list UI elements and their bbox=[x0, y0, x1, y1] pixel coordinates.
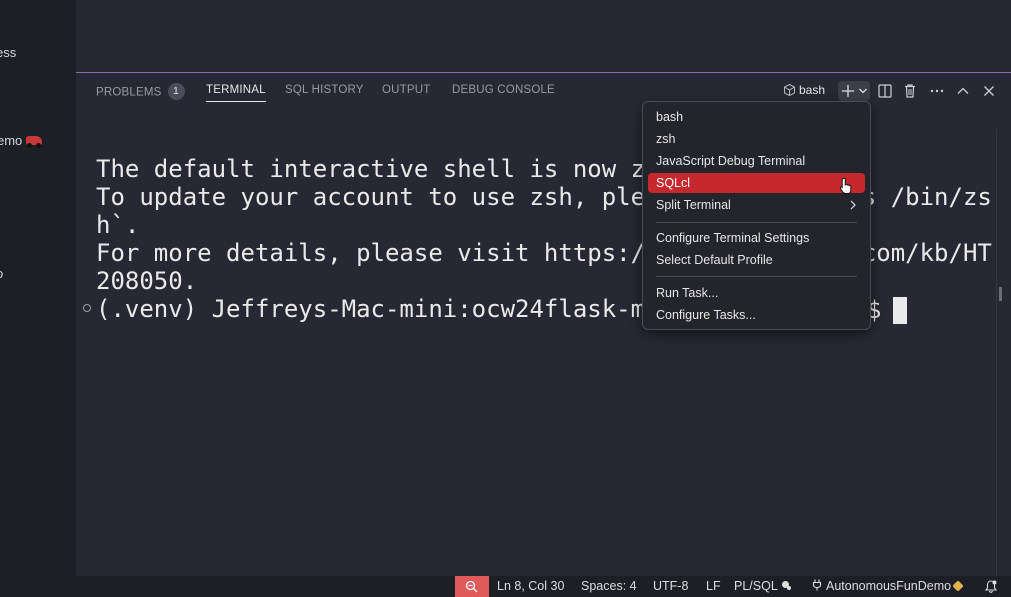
trash-icon[interactable] bbox=[902, 82, 918, 100]
terminal-selector[interactable]: bash bbox=[784, 83, 825, 97]
sidebar-item-label: o bbox=[0, 266, 3, 281]
feedback-icon bbox=[781, 581, 791, 590]
cursor-position[interactable]: Ln 8, Col 30 bbox=[497, 579, 564, 593]
database-connection[interactable]: AutonomousFunDemo bbox=[812, 579, 964, 593]
menu-item-run-task[interactable]: Run Task... bbox=[648, 283, 865, 303]
menu-item-label: Run Task... bbox=[656, 286, 719, 300]
menu-item-configure-tasks[interactable]: Configure Tasks... bbox=[648, 305, 865, 325]
eol-status[interactable]: LF bbox=[706, 579, 721, 593]
maximize-icon[interactable] bbox=[955, 82, 971, 100]
menu-item-label: zsh bbox=[656, 132, 676, 146]
sidebar-item[interactable]: emo bbox=[0, 133, 43, 148]
race-car-icon bbox=[26, 136, 43, 148]
notification-bell-icon[interactable] bbox=[985, 580, 997, 593]
sidebar-item-label: emo bbox=[0, 133, 23, 148]
split-icon[interactable] bbox=[877, 82, 893, 100]
terminal-selector-label: bash bbox=[799, 83, 826, 97]
scrollbar-thumb[interactable] bbox=[999, 287, 1002, 301]
menu-item-configure-terminal-settings[interactable]: Configure Terminal Settings bbox=[648, 228, 865, 248]
indentation-status[interactable]: Spaces: 4 bbox=[581, 579, 637, 593]
tab-label: SQL HISTORY bbox=[285, 84, 364, 96]
panel-tabs: PROBLEMS 1 TERMINAL SQL HISTORY OUTPUT DE… bbox=[76, 73, 1011, 109]
terminal-icon bbox=[784, 84, 795, 96]
language-mode[interactable]: PL/SQL bbox=[734, 579, 792, 593]
plus-icon bbox=[842, 85, 854, 97]
status-bar: Ln 8, Col 30 Spaces: 4 UTF-8 LF PL/SQL A… bbox=[0, 576, 1011, 597]
menu-item-label: bash bbox=[656, 110, 684, 124]
party-icon bbox=[952, 580, 964, 592]
connection-label: AutonomousFunDemo bbox=[826, 579, 952, 593]
zoom-out-icon bbox=[465, 580, 478, 593]
tab-label: DEBUG CONSOLE bbox=[452, 84, 555, 96]
tab-sql-history[interactable]: SQL HISTORY bbox=[285, 84, 364, 96]
menu-item-label: Split Terminal bbox=[656, 198, 731, 212]
menu-item-javascript-debug-terminal[interactable]: JavaScript Debug Terminal bbox=[648, 151, 865, 171]
sidebar-item-label: ess bbox=[0, 45, 17, 60]
tab-label: OUTPUT bbox=[382, 84, 431, 96]
terminal-profile-menu: bash zsh JavaScript Debug Terminal SQLcl… bbox=[642, 101, 871, 330]
zoom-status-button[interactable] bbox=[455, 576, 489, 597]
new-terminal-button[interactable] bbox=[838, 81, 870, 101]
sidebar: ess emo o bbox=[0, 0, 76, 576]
menu-item-label: SQLcl bbox=[656, 176, 691, 190]
menu-item-zsh[interactable]: zsh bbox=[648, 129, 865, 149]
terminal-scrollbar[interactable] bbox=[996, 129, 1008, 576]
encoding-status[interactable]: UTF-8 bbox=[653, 579, 688, 593]
menu-item-label: JavaScript Debug Terminal bbox=[656, 154, 806, 168]
sidebar-item[interactable]: ess bbox=[0, 45, 16, 60]
menu-item-label: Configure Tasks... bbox=[656, 308, 756, 322]
tab-label: PROBLEMS bbox=[96, 86, 162, 99]
menu-separator bbox=[656, 222, 857, 223]
sidebar-item[interactable]: o bbox=[0, 266, 3, 281]
tab-debug-console[interactable]: DEBUG CONSOLE bbox=[452, 84, 555, 96]
more-icon[interactable] bbox=[929, 82, 945, 100]
chevron-right-icon bbox=[850, 200, 856, 210]
language-label: PL/SQL bbox=[734, 579, 778, 593]
hand-pointer-icon bbox=[839, 177, 852, 194]
tab-terminal[interactable]: TERMINAL bbox=[206, 84, 266, 102]
command-decoration-icon[interactable] bbox=[83, 304, 91, 312]
editor-area[interactable] bbox=[76, 0, 1011, 72]
tab-label: TERMINAL bbox=[206, 84, 266, 96]
tab-output[interactable]: OUTPUT bbox=[382, 84, 430, 96]
menu-item-bash[interactable]: bash bbox=[648, 107, 865, 127]
chevron-down-icon[interactable] bbox=[858, 81, 868, 101]
tab-problems[interactable]: PROBLEMS 1 bbox=[96, 83, 185, 101]
terminal-cursor bbox=[893, 297, 907, 324]
problems-count-badge: 1 bbox=[167, 83, 185, 100]
menu-separator bbox=[656, 276, 857, 277]
menu-item-label: Configure Terminal Settings bbox=[656, 231, 810, 245]
menu-item-select-default-profile[interactable]: Select Default Profile bbox=[648, 250, 865, 270]
menu-item-sqlcl[interactable]: SQLcl bbox=[648, 173, 865, 193]
menu-item-label: Select Default Profile bbox=[656, 253, 773, 267]
plug-icon bbox=[812, 579, 822, 591]
close-icon[interactable] bbox=[981, 82, 997, 100]
menu-item-split-terminal[interactable]: Split Terminal bbox=[648, 195, 865, 215]
